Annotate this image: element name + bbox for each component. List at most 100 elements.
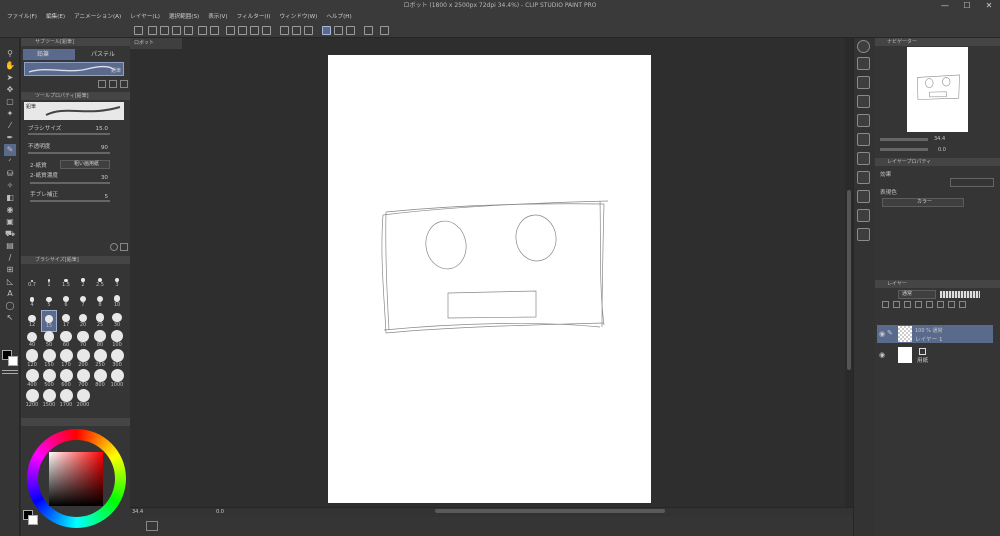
add-subtool-icon[interactable] [98,80,106,88]
copy-subtool-icon[interactable] [109,80,117,88]
vertical-scroll-thumb[interactable] [847,190,851,370]
material-icon-3[interactable] [857,95,870,108]
brush-size-preset[interactable]: 15 [41,310,57,332]
canvas-tab[interactable]: ロボット [130,38,182,49]
menu-animation[interactable]: アニメーション(A) [74,12,121,23]
share-icon[interactable] [380,26,389,35]
horizontal-scroll-thumb[interactable] [435,509,665,513]
brush-size-preset[interactable]: 10 [109,290,125,312]
brush-size-preset[interactable]: 800 [92,369,108,392]
brush-size-preset[interactable]: 1 [41,270,57,292]
brush-size-preset[interactable]: 3 [109,270,125,292]
correct-line-icon[interactable]: ↖ [4,312,16,324]
new-folder-icon[interactable] [904,301,911,308]
merge-down-icon[interactable] [915,301,922,308]
eraser-icon[interactable]: ◧ [4,192,16,204]
brush-size-preset[interactable]: 6 [58,290,74,312]
material-icon-4[interactable] [857,114,870,127]
airbrush-icon[interactable]: ⛁ [4,168,16,180]
layer-row-1[interactable]: ◉ ✎ 100 % 通常 レイヤー 1 [877,325,993,343]
figure-icon[interactable]: ∕ [4,252,16,264]
brush-size-preset[interactable]: 7 [75,290,91,312]
timeline-icon[interactable] [146,521,158,531]
save-as-icon[interactable] [184,26,193,35]
new-vector-layer-icon[interactable] [893,301,900,308]
eye-icon[interactable]: ◉ [879,351,885,359]
brush-size-preset[interactable]: 1000 [109,369,125,392]
eye-icon[interactable]: ◉ [879,330,885,338]
magic-wand-icon[interactable]: ✦ [4,108,16,120]
brush-size-preset[interactable]: 1500 [41,389,57,412]
canvas-paper[interactable] [328,55,651,503]
subtool-item-pencil[interactable]: 鉛筆 [24,62,124,76]
settings-icon[interactable] [120,243,128,251]
move-icon[interactable]: ✥ [4,84,16,96]
color-sub-swatch[interactable] [28,515,38,525]
material-icon-5[interactable] [857,133,870,146]
brush-size-preset[interactable]: 1.5 [58,270,74,292]
fill-tool-icon[interactable]: ▣ [4,216,16,228]
eyedropper-icon[interactable]: ⁄ [4,120,16,132]
menu-edit[interactable]: 編集(E) [46,12,65,23]
decoration-icon[interactable]: ✧ [4,180,16,192]
delete-subtool-icon[interactable] [120,80,128,88]
material-icon-2[interactable] [857,76,870,89]
brush-size-preset[interactable]: 12 [24,310,40,332]
bucket-icon[interactable]: ⛟ [4,228,16,240]
brush-size-preset[interactable]: 2 [75,270,91,292]
transparent-color-icon[interactable] [2,370,18,374]
close-button[interactable]: ✕ [978,0,1000,12]
paper-density-value[interactable]: 30 [88,175,108,181]
paper-select[interactable]: 粗い画用紙 [60,160,110,169]
text-icon[interactable]: A [4,288,16,300]
clip-layer-icon[interactable] [926,301,933,308]
brush-size-slider[interactable] [28,133,110,135]
rotation-readout[interactable]: 0.0 [216,509,224,515]
navigator-rotation-slider[interactable] [880,148,928,151]
pencil-icon[interactable]: ✎ [4,144,16,156]
brush-size-preset[interactable]: 0.7 [24,270,40,292]
new-layer-icon[interactable] [882,301,889,308]
brush-size-preset[interactable]: 2.5 [92,270,108,292]
subtool-tab-pencil[interactable]: 鉛筆 [23,49,75,60]
menu-help[interactable]: ヘルプ(H) [326,12,351,23]
saturation-square[interactable] [49,452,103,506]
brush-icon[interactable]: ᐟ [4,156,16,168]
material-icon-8[interactable] [857,190,870,203]
effect-buttons[interactable] [950,178,994,187]
hand-icon[interactable]: ✋ [4,60,16,72]
brush-size-value[interactable]: 15.0 [88,126,108,132]
navigator-preview[interactable] [907,47,968,132]
deselect-icon[interactable] [280,26,289,35]
snap-special-ruler-icon[interactable] [334,26,343,35]
new-file-icon[interactable] [148,26,157,35]
transform-icon[interactable] [262,26,271,35]
pen-icon[interactable]: ✒ [4,132,16,144]
brush-size-preset[interactable]: 1200 [24,389,40,412]
clip-studio-icon[interactable] [134,26,143,35]
fill-icon[interactable] [250,26,259,35]
lock-layer-icon[interactable] [937,301,944,308]
navigator-rotation-value[interactable]: 0.0 [938,147,946,153]
navigator-tab-icon[interactable] [857,40,870,53]
sub-color-swatch[interactable] [8,356,18,366]
save-icon[interactable] [172,26,181,35]
zoom-icon[interactable]: ⚲ [4,48,16,60]
menu-layer[interactable]: レイヤー(L) [130,12,160,23]
brush-size-preset[interactable]: 4 [24,290,40,312]
brush-size-preset[interactable]: 25 [92,310,108,332]
frame-icon[interactable]: ⊞ [4,264,16,276]
brush-size-preset[interactable]: 20 [75,310,91,332]
reset-property-icon[interactable] [110,243,118,251]
material-icon-1[interactable] [857,57,870,70]
selection-icon[interactable]: ▢ [4,96,16,108]
brush-size-preset[interactable]: 5 [41,290,57,312]
material-icon-6[interactable] [857,152,870,165]
open-file-icon[interactable] [160,26,169,35]
delete-layer-icon[interactable] [959,301,966,308]
navigator-zoom-value[interactable]: 34.4 [934,136,945,142]
expand-selection-icon[interactable] [304,26,313,35]
minimize-button[interactable]: — [934,0,956,12]
brush-size-preset[interactable]: 17 [58,310,74,332]
snap-ruler-icon[interactable] [322,26,331,35]
